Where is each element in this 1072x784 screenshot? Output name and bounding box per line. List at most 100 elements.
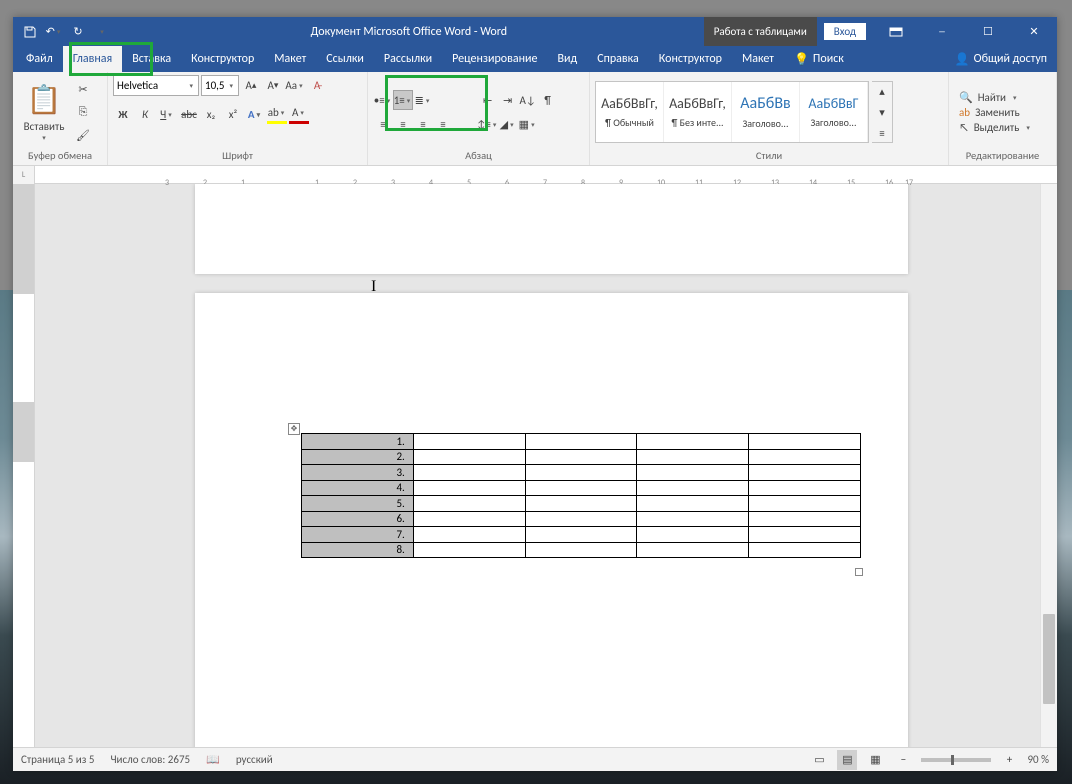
titlebar: ↶▾ ↻ ▾ Документ Microsoft Office Word - …: [13, 17, 1057, 46]
page-prev[interactable]: [195, 184, 908, 274]
paste-icon: 📋: [27, 82, 62, 117]
style-normal[interactable]: АаБбВвГг,¶ Обычный: [596, 82, 664, 142]
gallery-up-icon[interactable]: ▴: [872, 82, 892, 100]
group-styles: АаБбВвГг,¶ Обычный АаБбВвГг,¶ Без инте..…: [590, 72, 949, 165]
font-size-combo[interactable]: ▾: [201, 75, 239, 96]
table-row[interactable]: 6.: [302, 511, 861, 527]
sort-icon[interactable]: A↓: [518, 90, 538, 110]
view-web-icon[interactable]: ▦: [865, 750, 885, 770]
cut-icon[interactable]: ✂: [73, 79, 93, 99]
bold-button[interactable]: Ж: [113, 104, 133, 124]
redo-icon[interactable]: ↻: [66, 20, 90, 44]
style-heading2[interactable]: АаБбВвГЗаголово...: [800, 82, 868, 142]
qat-customize-icon[interactable]: ▾: [90, 20, 114, 44]
find-button[interactable]: 🔍Найти▾: [959, 91, 1032, 104]
change-case-icon[interactable]: Aa▾: [285, 76, 305, 96]
table-resize-handle-icon[interactable]: [855, 568, 863, 576]
replace-icon: ab: [959, 106, 970, 119]
table-row[interactable]: 5.: [302, 496, 861, 512]
sign-in-button[interactable]: Вход: [823, 22, 867, 41]
highlight-paragraph-group: [385, 75, 488, 131]
format-painter-icon[interactable]: 🖌: [73, 125, 93, 145]
tab-design[interactable]: Конструктор: [181, 46, 264, 72]
styles-gallery[interactable]: АаБбВвГг,¶ Обычный АаБбВвГг,¶ Без инте..…: [595, 81, 869, 143]
zoom-out-button[interactable]: −: [893, 750, 913, 770]
statusbar: Страница 5 из 5 Число слов: 2675 📖 русск…: [13, 747, 1057, 771]
minimize-icon[interactable]: ─: [919, 17, 965, 46]
italic-button[interactable]: К: [135, 104, 155, 124]
undo-icon[interactable]: ↶▾: [42, 20, 66, 44]
status-words[interactable]: Число слов: 2675: [110, 753, 190, 766]
view-read-icon[interactable]: ▭: [809, 750, 829, 770]
search-icon: 🔍: [959, 91, 973, 104]
vertical-ruler[interactable]: [13, 184, 35, 747]
copy-icon[interactable]: ⎘: [73, 102, 93, 122]
tab-layout[interactable]: Макет: [264, 46, 316, 72]
zoom-level[interactable]: 90 %: [1027, 753, 1049, 766]
shading-icon[interactable]: ◢▾: [498, 114, 518, 134]
status-language[interactable]: русский: [236, 753, 273, 766]
view-print-icon[interactable]: ▤: [837, 750, 857, 770]
shrink-font-icon[interactable]: A▾: [263, 76, 283, 96]
replace-button[interactable]: abЗаменить: [959, 106, 1032, 119]
horizontal-ruler[interactable]: L 3211234567891011121314151617: [13, 166, 1057, 184]
gallery-more-icon[interactable]: ≡: [872, 124, 892, 142]
borders-icon[interactable]: ▦▾: [518, 114, 538, 134]
table-move-handle-icon[interactable]: ✥: [288, 423, 300, 435]
document-area[interactable]: I ✥ 1.2.3.4.5.6.7.8.: [35, 184, 1040, 747]
tab-file[interactable]: Файл: [16, 46, 63, 72]
maximize-icon[interactable]: ☐: [965, 17, 1011, 46]
ribbon-tabs: Файл Главная Вставка Конструктор Макет С…: [13, 46, 1057, 72]
superscript-button[interactable]: x²: [223, 104, 243, 124]
font-color-icon[interactable]: A▾: [289, 104, 309, 124]
tab-table-design[interactable]: Конструктор: [649, 46, 732, 72]
paste-button[interactable]: 📋 Вставить▾: [18, 77, 70, 147]
tab-tell-me[interactable]: 💡Поиск: [784, 46, 854, 72]
status-page[interactable]: Страница 5 из 5: [21, 753, 94, 766]
group-clipboard: 📋 Вставить▾ ✂ ⎘ 🖌 Буфер обмена: [13, 72, 108, 165]
tab-mailings[interactable]: Рассылки: [374, 46, 442, 72]
close-icon[interactable]: ✕: [1011, 17, 1057, 46]
table-row[interactable]: 2.: [302, 449, 861, 465]
show-marks-icon[interactable]: ¶: [538, 90, 558, 110]
gallery-down-icon[interactable]: ▾: [872, 103, 892, 121]
table-row[interactable]: 1.: [302, 434, 861, 450]
table-row[interactable]: 7.: [302, 527, 861, 543]
style-heading1[interactable]: АаБбВвЗаголово...: [732, 82, 800, 142]
tab-help[interactable]: Справка: [587, 46, 649, 72]
grow-font-icon[interactable]: A▴: [241, 76, 261, 96]
increase-indent-icon[interactable]: ⇥: [498, 90, 518, 110]
save-icon[interactable]: [18, 20, 42, 44]
tab-view[interactable]: Вид: [547, 46, 587, 72]
tab-references[interactable]: Ссылки: [316, 46, 374, 72]
select-icon: ↖: [959, 121, 969, 134]
table-row[interactable]: 3.: [302, 465, 861, 481]
tab-review[interactable]: Рецензирование: [442, 46, 547, 72]
font-name-combo[interactable]: ▾: [113, 75, 199, 96]
clear-format-icon[interactable]: A̶: [307, 76, 327, 96]
strike-button[interactable]: abc: [179, 104, 199, 124]
scroll-thumb[interactable]: [1043, 614, 1055, 704]
tab-share[interactable]: 👤Общий доступ: [945, 46, 1057, 72]
zoom-slider[interactable]: [921, 758, 991, 762]
text-effects-icon[interactable]: A▾: [245, 104, 265, 124]
status-proofing-icon[interactable]: 📖: [206, 753, 220, 766]
subscript-button[interactable]: x₂: [201, 104, 221, 124]
workspace: I ✥ 1.2.3.4.5.6.7.8.: [13, 184, 1057, 747]
page-current[interactable]: ✥ 1.2.3.4.5.6.7.8.: [195, 293, 908, 747]
highlight-icon[interactable]: ab▾: [267, 104, 287, 124]
group-editing: 🔍Найти▾ abЗаменить ↖Выделить▾ Редактиров…: [949, 72, 1057, 165]
tab-table-layout[interactable]: Макет: [732, 46, 784, 72]
table-row[interactable]: 8.: [302, 542, 861, 558]
table-row[interactable]: 4.: [302, 480, 861, 496]
style-no-spacing[interactable]: АаБбВвГг,¶ Без инте...: [664, 82, 732, 142]
ruler-corner-icon[interactable]: L: [13, 166, 35, 184]
vertical-scrollbar[interactable]: [1040, 184, 1057, 747]
ribbon-display-icon[interactable]: [873, 17, 919, 46]
select-button[interactable]: ↖Выделить▾: [959, 121, 1032, 134]
table-tools-context: Работа с таблицами: [704, 17, 817, 46]
document-table[interactable]: 1.2.3.4.5.6.7.8.: [301, 433, 861, 558]
zoom-in-button[interactable]: +: [999, 750, 1019, 770]
underline-button[interactable]: Ч▾: [157, 104, 177, 124]
word-window: ↶▾ ↻ ▾ Документ Microsoft Office Word - …: [13, 17, 1057, 771]
